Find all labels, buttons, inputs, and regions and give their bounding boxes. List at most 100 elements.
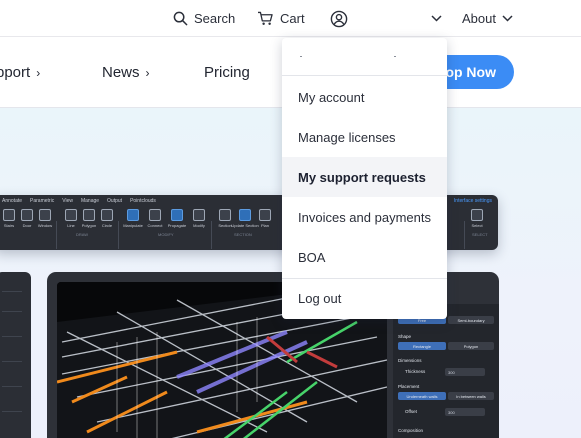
- chevron-right-icon: ›: [36, 65, 41, 80]
- ribbon-tool: Line: [62, 209, 80, 228]
- ribbon-tool-label: Plan: [260, 223, 269, 228]
- chevron-down-icon: [502, 15, 513, 22]
- stairs-icon: [3, 209, 15, 221]
- thickness-label: Thickness: [405, 369, 426, 374]
- offset-label: Offset: [405, 409, 417, 414]
- ribbon-tab: Manage: [80, 198, 100, 204]
- ribbon-tool-label: Section: [218, 223, 232, 228]
- ribbon-tool-label: Select: [471, 223, 483, 228]
- top-utility-bar: Search Cart About: [0, 0, 581, 37]
- ribbon-group-label: DRAW: [76, 232, 89, 237]
- ribbon-tool-label: Propagate: [167, 223, 187, 228]
- ribbon-menu-tabs: Annotate Parametric View Manage Output P…: [2, 198, 156, 204]
- ribbon-separator: [56, 221, 57, 249]
- nav-pricing-label: Pricing: [204, 64, 250, 81]
- ribbon-tool: Stairs: [0, 209, 18, 228]
- cart-link[interactable]: Cart: [257, 0, 305, 37]
- ribbon-tool: Update Section: [231, 209, 259, 228]
- ribbon-tool-label: Door: [22, 223, 32, 228]
- connect-icon: [149, 209, 161, 221]
- ribbon-group-label: SECTION: [234, 232, 252, 237]
- account-dropdown-menu: My account Manage licenses My support re…: [282, 38, 447, 319]
- section-icon: [219, 209, 231, 221]
- shape-polygon: Polygon: [448, 342, 494, 350]
- menu-item-invoices-and-payments[interactable]: Invoices and payments: [282, 197, 447, 237]
- placement-between: In between walls: [448, 392, 494, 400]
- ribbon-separator: [211, 221, 212, 249]
- cart-icon: [258, 11, 273, 25]
- chevron-right-icon: ›: [145, 65, 150, 80]
- ribbon-tool-label: Stairs: [3, 223, 15, 228]
- nav-news[interactable]: News ›: [102, 37, 150, 108]
- menu-item-log-out[interactable]: Log out: [282, 278, 447, 318]
- panel-row: [2, 352, 22, 362]
- dimensions-label: Dimensions: [398, 358, 422, 363]
- ribbon-tool: Polygon: [80, 209, 98, 228]
- ribbon-tool-label: Circle: [101, 223, 113, 228]
- window-icon: [39, 209, 51, 221]
- modify-icon: [193, 209, 205, 221]
- account-menu-header: [282, 38, 447, 76]
- panel-row: [2, 402, 22, 412]
- polygon-icon: [83, 209, 95, 221]
- ribbon-tool-label: Polygon: [81, 223, 97, 228]
- menu-item-my-account[interactable]: My account: [282, 77, 447, 117]
- ribbon-tab: Output: [107, 198, 123, 204]
- nav-support[interactable]: pport ›: [0, 37, 40, 108]
- nav-support-label: pport: [0, 64, 31, 81]
- ribbon-tool: Select: [468, 209, 486, 228]
- interface-settings-link: Interface settings: [453, 198, 492, 204]
- menu-item-manage-licenses[interactable]: Manage licenses: [282, 117, 447, 157]
- ribbon-tool-label: Connect: [147, 223, 163, 228]
- line-icon: [65, 209, 77, 221]
- ribbon-tool-label: Update Section: [231, 223, 259, 228]
- menu-item-boa[interactable]: BOA: [282, 237, 447, 277]
- ribbon-group-label: SELECT: [472, 232, 488, 237]
- propagate-icon: [171, 209, 183, 221]
- ribbon-separator: [464, 221, 465, 249]
- panel-row: [2, 377, 22, 387]
- header-mark: [300, 56, 302, 57]
- segment-semi-boundary: Semi-boundary: [448, 316, 494, 324]
- ribbon-tool-label: Window: [37, 223, 53, 228]
- search-icon: [173, 11, 188, 26]
- user-icon: [330, 10, 348, 27]
- ribbon-separator: [118, 221, 119, 249]
- placement-label: Placement: [398, 384, 420, 389]
- placement-underneath: Underneath walls: [398, 392, 446, 400]
- ribbon-tool: Plan: [256, 209, 274, 228]
- plan-icon: [259, 209, 271, 221]
- nav-news-label: News: [102, 64, 140, 81]
- ribbon-tab: View: [62, 198, 73, 204]
- cart-label: Cart: [280, 11, 305, 26]
- about-menu[interactable]: About: [462, 0, 513, 37]
- offset-field: 300: [445, 408, 485, 416]
- ribbon-tool: Connect: [146, 209, 164, 228]
- manipulate-icon: [127, 209, 139, 221]
- composition-label: Composition: [398, 428, 424, 433]
- circle-icon: [101, 209, 113, 221]
- ribbon-tool: Manipulate: [123, 209, 143, 228]
- menu-item-my-support-requests[interactable]: My support requests: [282, 157, 447, 197]
- search-label: Search: [194, 11, 236, 26]
- ribbon-group-label: MODIFY: [158, 232, 174, 237]
- left-tool-panel-screenshot: [0, 272, 31, 438]
- ribbon-tool-label: Manipulate: [123, 223, 143, 228]
- properties-panel-screenshot: Free Semi-boundary Shape Rectangle Polyg…: [393, 304, 499, 438]
- ribbon-tab: Parametric: [30, 198, 55, 204]
- shape-label: Shape: [398, 334, 412, 339]
- search-link[interactable]: Search: [173, 0, 235, 37]
- thickness-field: 300: [445, 368, 485, 376]
- shape-rectangle: Rectangle: [398, 342, 446, 350]
- select-icon: [471, 209, 483, 221]
- nav-pricing[interactable]: Pricing: [204, 37, 250, 108]
- door-icon: [21, 209, 33, 221]
- account-dropdown-toggle[interactable]: [431, 0, 442, 37]
- account-button[interactable]: [330, 0, 348, 37]
- header-mark: [394, 56, 396, 57]
- ribbon-tool: Circle: [98, 209, 116, 228]
- panel-row: [2, 282, 22, 292]
- ribbon-tool-label: Line: [67, 223, 75, 228]
- panel-row: [2, 327, 22, 337]
- ribbon-tool: Modify: [190, 209, 208, 228]
